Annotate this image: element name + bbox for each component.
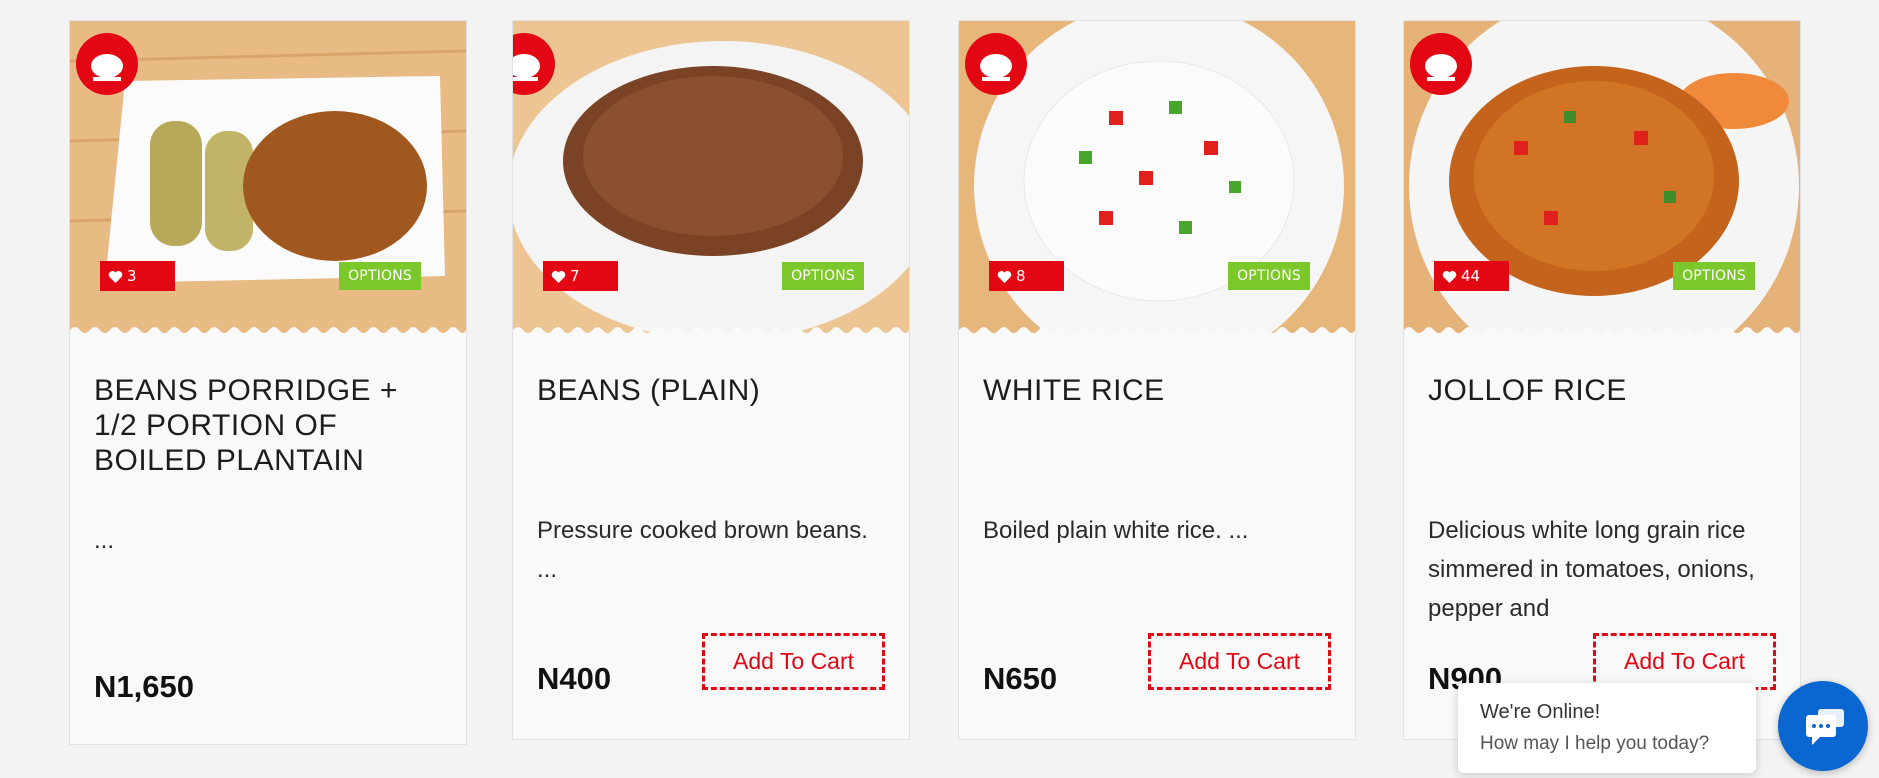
product-image[interactable]: 3 OPTIONS xyxy=(70,21,466,336)
product-image[interactable]: 8 OPTIONS xyxy=(959,21,1355,336)
brand-logo-icon xyxy=(76,33,138,95)
chat-launcher-button[interactable] xyxy=(1778,681,1868,771)
product-description: Pressure cooked brown beans. ... xyxy=(537,517,868,583)
options-button[interactable]: OPTIONS xyxy=(1228,262,1310,290)
chat-greeting-bubble[interactable]: We're Online! How may I help you today? xyxy=(1458,683,1756,773)
add-to-cart-button[interactable]: Add To Cart xyxy=(1148,633,1331,690)
add-to-cart-button[interactable]: Add To Cart xyxy=(702,633,885,690)
product-title[interactable]: WHITE RICE xyxy=(983,373,1333,408)
like-count: 44 xyxy=(1461,267,1481,285)
options-button[interactable]: OPTIONS xyxy=(1673,262,1755,290)
product-image[interactable]: 44 OPTIONS xyxy=(1404,21,1800,336)
like-count: 3 xyxy=(127,267,137,285)
product-title[interactable]: BEANS PORRIDGE + 1/2 PORTION OF BOILED P… xyxy=(94,373,444,478)
like-count: 8 xyxy=(1016,267,1026,285)
wave-divider xyxy=(959,327,1355,336)
like-counter[interactable]: 44 xyxy=(1434,261,1509,291)
product-title[interactable]: JOLLOF RICE xyxy=(1428,373,1778,408)
product-card[interactable]: 3 OPTIONS BEANS PORRIDGE + 1/2 PORTION O… xyxy=(69,20,467,745)
chat-icon xyxy=(1806,709,1844,745)
brand-logo-icon xyxy=(1410,33,1472,95)
product-card[interactable]: 7 OPTIONS BEANS (PLAIN) Pressure cooked … xyxy=(512,20,910,740)
like-counter[interactable]: 3 xyxy=(100,261,175,291)
product-price: N650 xyxy=(983,661,1058,696)
product-description: Delicious white long grain rice simmered… xyxy=(1428,517,1755,622)
wave-divider xyxy=(513,327,909,336)
chat-online-label: We're Online! xyxy=(1480,701,1601,723)
product-price: N1,650 xyxy=(94,669,194,704)
chat-help-label: How may I help you today? xyxy=(1480,733,1710,754)
options-button[interactable]: OPTIONS xyxy=(339,262,421,290)
brand-logo-icon xyxy=(513,33,555,95)
heart-icon xyxy=(108,270,123,283)
product-grid: 3 OPTIONS BEANS PORRIDGE + 1/2 PORTION O… xyxy=(0,0,1879,778)
wave-divider xyxy=(70,327,466,336)
product-description: ... xyxy=(94,527,115,554)
like-counter[interactable]: 7 xyxy=(543,261,618,291)
heart-icon xyxy=(1442,270,1457,283)
heart-icon xyxy=(997,270,1012,283)
like-count: 7 xyxy=(570,267,580,285)
product-description: Boiled plain white rice. ... xyxy=(983,517,1249,544)
brand-logo-icon xyxy=(965,33,1027,95)
product-card[interactable]: 44 OPTIONS JOLLOF RICE Delicious white l… xyxy=(1403,20,1801,740)
heart-icon xyxy=(551,270,566,283)
product-card[interactable]: 8 OPTIONS WHITE RICE Boiled plain white … xyxy=(958,20,1356,740)
product-image[interactable]: 7 OPTIONS xyxy=(513,21,909,336)
wave-divider xyxy=(1404,327,1800,336)
add-to-cart-button[interactable]: Add To Cart xyxy=(1593,633,1776,690)
product-price: N400 xyxy=(537,661,612,696)
options-button[interactable]: OPTIONS xyxy=(782,262,864,290)
like-counter[interactable]: 8 xyxy=(989,261,1064,291)
product-title[interactable]: BEANS (PLAIN) xyxy=(537,373,887,408)
